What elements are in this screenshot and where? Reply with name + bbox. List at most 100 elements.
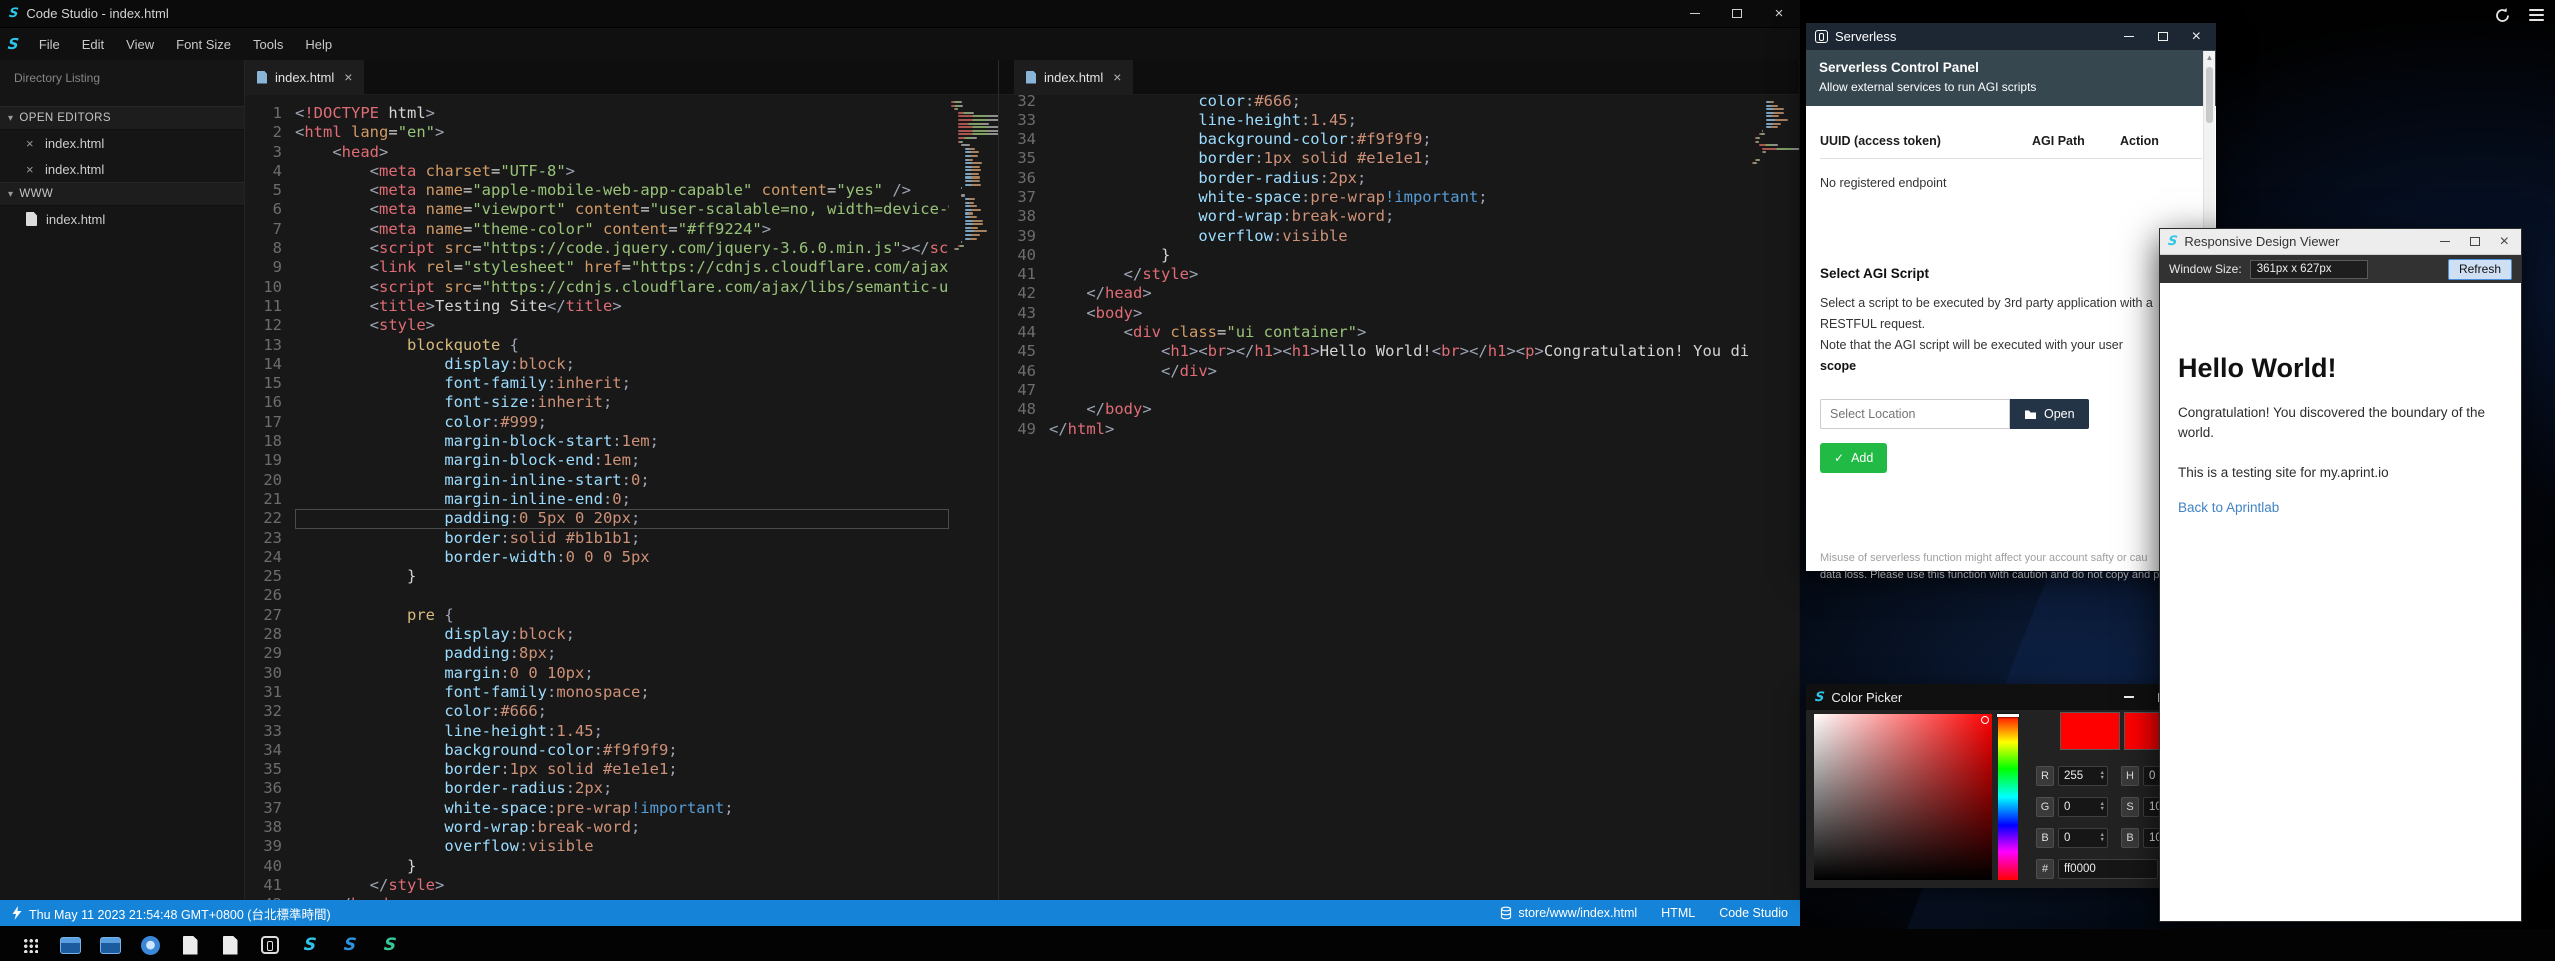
code-line[interactable]: background-color:#f9f9f9; [295, 741, 949, 760]
code-line[interactable] [295, 586, 949, 605]
minimap[interactable] [1750, 95, 1799, 900]
status-app-name[interactable]: Code Studio [1719, 906, 1788, 920]
stepper-icons[interactable] [2100, 771, 2107, 781]
serverless-titlebar[interactable]: Serverless × [1806, 23, 2216, 50]
code-line[interactable]: color:#666; [1049, 95, 1750, 111]
sidebar-item-index.html[interactable]: index.html [0, 206, 244, 232]
window-size-input[interactable] [2250, 260, 2368, 279]
code-line[interactable]: margin:0 0 10px; [295, 664, 949, 683]
code-line[interactable]: <body> [1049, 304, 1750, 323]
close-icon[interactable]: × [26, 136, 36, 151]
code-line[interactable]: font-family:inherit; [295, 374, 949, 393]
close-icon[interactable]: × [26, 162, 36, 177]
menu-font-size[interactable]: Font Size [165, 32, 242, 57]
hue-slider[interactable] [1998, 714, 2018, 880]
code-line[interactable]: font-family:monospace; [295, 683, 949, 702]
file-manager-icon[interactable] [90, 929, 130, 961]
code-line[interactable]: <meta name="viewport" content="user-scal… [295, 200, 949, 219]
code-line[interactable]: background-color:#f9f9f9; [1049, 130, 1750, 149]
maximize-button[interactable] [2158, 32, 2168, 41]
scroll-thumb[interactable] [2206, 67, 2213, 123]
tab-index-html[interactable]: index.html × [245, 60, 364, 94]
back-to-aprintlab-link[interactable]: Back to Aprintlab [2178, 500, 2279, 515]
code-editor[interactable]: 323334353637383940414243444546474849 col… [999, 95, 1799, 900]
menu-file[interactable]: File [28, 32, 71, 57]
code-line[interactable]: border:solid #b1b1b1; [295, 529, 949, 548]
tab-index-html[interactable]: index.html × [1014, 60, 1133, 94]
code-lines[interactable]: <!DOCTYPE html><html lang="en"> <head> <… [295, 95, 949, 900]
minimize-button[interactable] [1674, 0, 1716, 27]
code-line[interactable]: <script src="https://cdnjs.cloudflare.co… [295, 278, 949, 297]
input-b[interactable]: 0 [2058, 828, 2108, 848]
code-line[interactable]: } [1049, 246, 1750, 265]
sidebar-item-index.html[interactable]: ×index.html [0, 156, 244, 182]
code-studio-green-icon[interactable]: S [370, 929, 410, 961]
code-line[interactable]: line-height:1.45; [1049, 111, 1750, 130]
code-line[interactable]: border-width:0 0 0 5px [295, 548, 949, 567]
code-line[interactable]: overflow:visible [295, 837, 949, 856]
stepper-icons[interactable] [2100, 802, 2107, 812]
titlebar[interactable]: S Code Studio - index.html × [0, 0, 1800, 28]
code-line[interactable]: margin-inline-start:0; [295, 471, 949, 490]
code-line[interactable]: <h1><br></h1><h1>Hello World!<br></h1><p… [1049, 342, 1750, 361]
code-studio-blue-icon[interactable]: S [330, 929, 370, 961]
code-line[interactable]: blockquote { [295, 336, 949, 355]
code-line[interactable]: <meta charset="UTF-8"> [295, 162, 949, 181]
open-button[interactable]: Open [2010, 399, 2089, 429]
sidebar-section-open-editors[interactable]: ▾OPEN EDITORS [0, 106, 244, 130]
menu-icon[interactable] [2527, 6, 2545, 24]
refresh-button[interactable]: Refresh [2448, 259, 2512, 280]
stepper-icons[interactable] [2100, 833, 2107, 843]
menu-edit[interactable]: Edit [71, 32, 115, 57]
code-line[interactable]: display:block; [295, 355, 949, 374]
code-line[interactable]: } [295, 567, 949, 586]
browser-icon[interactable] [130, 929, 170, 961]
text-document-icon[interactable] [170, 929, 210, 961]
status-language[interactable]: HTML [1661, 906, 1695, 920]
minimize-button[interactable] [2124, 36, 2134, 38]
code-line[interactable]: margin-block-end:1em; [295, 451, 949, 470]
code-line[interactable]: </body> [1049, 400, 1750, 419]
close-button[interactable]: × [2500, 234, 2509, 250]
code-lines[interactable]: color:#666; line-height:1.45; background… [1049, 95, 1750, 900]
code-studio-cyan-icon[interactable]: S [290, 929, 330, 961]
file-manager-icon[interactable] [50, 929, 90, 961]
serverless-app-icon[interactable] [250, 929, 290, 961]
sidebar-item-index.html[interactable]: ×index.html [0, 130, 244, 156]
code-line[interactable]: border:1px solid #e1e1e1; [1049, 149, 1750, 168]
code-line[interactable]: font-size:inherit; [295, 393, 949, 412]
minimize-button[interactable] [2124, 696, 2134, 698]
code-line[interactable]: white-space:pre-wrap!important; [295, 799, 949, 818]
status-datetime[interactable]: Thu May 11 2023 21:54:48 GMT+0800 (台北標準時… [12, 904, 331, 923]
maximize-button[interactable] [2470, 237, 2480, 246]
code-line[interactable]: <meta name="theme-color" content="#ff922… [295, 220, 949, 239]
code-line[interactable]: <meta name="apple-mobile-web-app-capable… [295, 181, 949, 200]
code-line[interactable]: word-wrap:break-word; [295, 818, 949, 837]
code-line[interactable]: } [295, 857, 949, 876]
rdv-titlebar[interactable]: S Responsive Design Viewer × [2160, 229, 2521, 255]
code-line[interactable]: margin-block-start:1em; [295, 432, 949, 451]
tab-close-icon[interactable]: × [344, 69, 352, 85]
code-line[interactable]: padding:8px; [295, 644, 949, 663]
code-editor[interactable]: 1234567891011121314151617181920212223242… [245, 95, 998, 900]
add-button[interactable]: ✓ Add [1820, 443, 1887, 473]
code-line[interactable]: <!DOCTYPE html> [295, 104, 949, 123]
input-r[interactable]: 255 [2058, 766, 2108, 786]
code-line[interactable]: line-height:1.45; [295, 722, 949, 741]
code-line[interactable]: <style> [295, 316, 949, 335]
code-line[interactable]: border-radius:2px; [1049, 169, 1750, 188]
code-line[interactable]: word-wrap:break-word; [1049, 207, 1750, 226]
close-button[interactable]: × [1758, 0, 1800, 27]
menu-view[interactable]: View [115, 32, 165, 57]
menu-help[interactable]: Help [294, 32, 343, 57]
sidebar-section-www[interactable]: ▾WWW [0, 182, 244, 206]
code-line[interactable]: <html lang="en"> [295, 123, 949, 142]
code-line[interactable]: </style> [1049, 265, 1750, 284]
code-line[interactable]: border:1px solid #e1e1e1; [295, 760, 949, 779]
code-line[interactable]: </div> [1049, 362, 1750, 381]
code-line[interactable]: padding:0 5px 0 20px; [295, 509, 949, 528]
color-picker-titlebar[interactable]: S Color Picker × [1806, 684, 2216, 710]
hex-input[interactable]: ff0000 [2058, 859, 2158, 879]
code-line[interactable]: <link rel="stylesheet" href="https://cdn… [295, 258, 949, 277]
status-file[interactable]: store/www/index.html [1500, 906, 1637, 920]
